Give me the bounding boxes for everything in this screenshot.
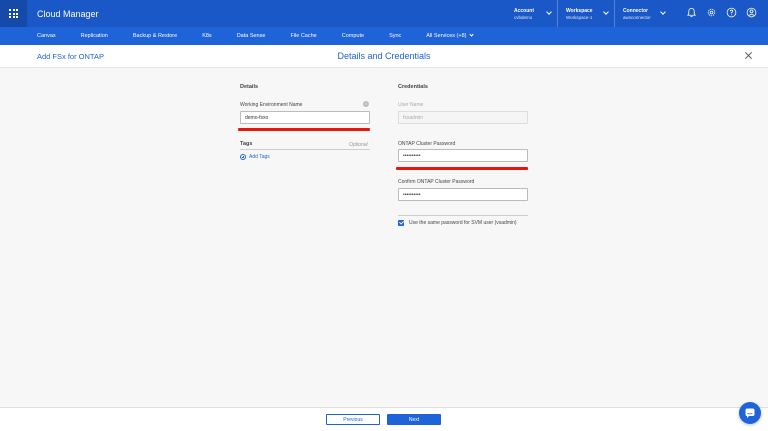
tab-file-cache[interactable]: File Cache: [290, 33, 316, 39]
svm-password-checkbox[interactable]: [398, 220, 404, 226]
tags-label: Tags: [240, 141, 253, 147]
working-env-input[interactable]: [240, 111, 370, 124]
chevron-down-icon: [468, 32, 474, 37]
tab-canvas[interactable]: Canvas: [37, 33, 56, 39]
add-tags-button[interactable]: Add Tags: [240, 154, 270, 160]
tags-optional-label: Optional: [349, 142, 368, 148]
tab-backup-restore[interactable]: Backup & Restore: [133, 33, 177, 39]
connector-label: Connector: [623, 7, 648, 14]
svm-password-option[interactable]: Use the same password for SVM user (vsad…: [398, 220, 517, 226]
bell-icon[interactable]: [686, 7, 697, 18]
username-label: User Name: [398, 102, 424, 108]
top-bar: Cloud Manager Account cvbdemo Workspace …: [0, 0, 768, 27]
chat-button[interactable]: [739, 402, 761, 424]
highlight-underline: [238, 128, 370, 131]
workspace-value: Workspace-1: [566, 14, 593, 20]
divider: [398, 215, 528, 216]
working-env-label: Working Environment Name: [240, 102, 303, 108]
credentials-section-title: Credentials: [398, 84, 428, 90]
app-launcher-button[interactable]: [0, 0, 27, 27]
wizard-footer: Previous Next: [0, 407, 768, 431]
workspace-label: Workspace: [566, 7, 593, 14]
account-value: cvbdemo: [514, 14, 533, 20]
tab-all-services[interactable]: All Services (+8): [426, 32, 474, 39]
chat-icon: [745, 408, 755, 418]
app-title: Cloud Manager: [37, 8, 99, 19]
help-icon[interactable]: [726, 7, 737, 18]
all-services-label: All Services (+8): [426, 33, 467, 39]
grid-icon: [9, 9, 18, 18]
add-tags-label: Add Tags: [249, 154, 270, 160]
tab-sync[interactable]: Sync: [389, 33, 401, 39]
user-icon[interactable]: [746, 7, 757, 18]
confirm-password-input[interactable]: [398, 188, 528, 201]
wizard-header: Add FSx for ONTAP Details and Credential…: [0, 45, 768, 68]
details-section-title: Details: [240, 84, 259, 90]
password-input[interactable]: [398, 149, 528, 162]
tab-data-sense[interactable]: Data Sense: [237, 33, 266, 39]
username-input: [398, 111, 528, 124]
highlight-underline: [396, 167, 528, 170]
previous-button[interactable]: Previous: [326, 414, 380, 425]
svm-password-label: Use the same password for SVM user (vsad…: [409, 220, 517, 226]
close-icon[interactable]: [744, 51, 752, 61]
workspace-selector[interactable]: Workspace Workspace-1: [558, 0, 615, 27]
connector-value: awsconnector: [623, 14, 651, 20]
account-label: Account: [514, 7, 534, 14]
confirm-password-label: Confirm ONTAP Cluster Password: [398, 179, 475, 185]
step-title: Details and Credentials: [337, 51, 431, 61]
main-nav: Canvas Replication Backup & Restore K8s …: [0, 27, 768, 45]
tab-k8s[interactable]: K8s: [202, 33, 211, 39]
divider: [240, 149, 370, 150]
account-selector[interactable]: Account cvbdemo: [506, 0, 558, 27]
connector-selector[interactable]: Connector awsconnector: [615, 0, 671, 27]
next-button[interactable]: Next: [387, 414, 441, 425]
gear-icon[interactable]: [706, 7, 717, 18]
tab-compute[interactable]: Compute: [342, 33, 364, 39]
tab-replication[interactable]: Replication: [81, 33, 108, 39]
plus-circle-icon: [240, 154, 246, 160]
info-icon[interactable]: i: [363, 101, 369, 107]
password-label: ONTAP Cluster Password: [398, 141, 456, 147]
